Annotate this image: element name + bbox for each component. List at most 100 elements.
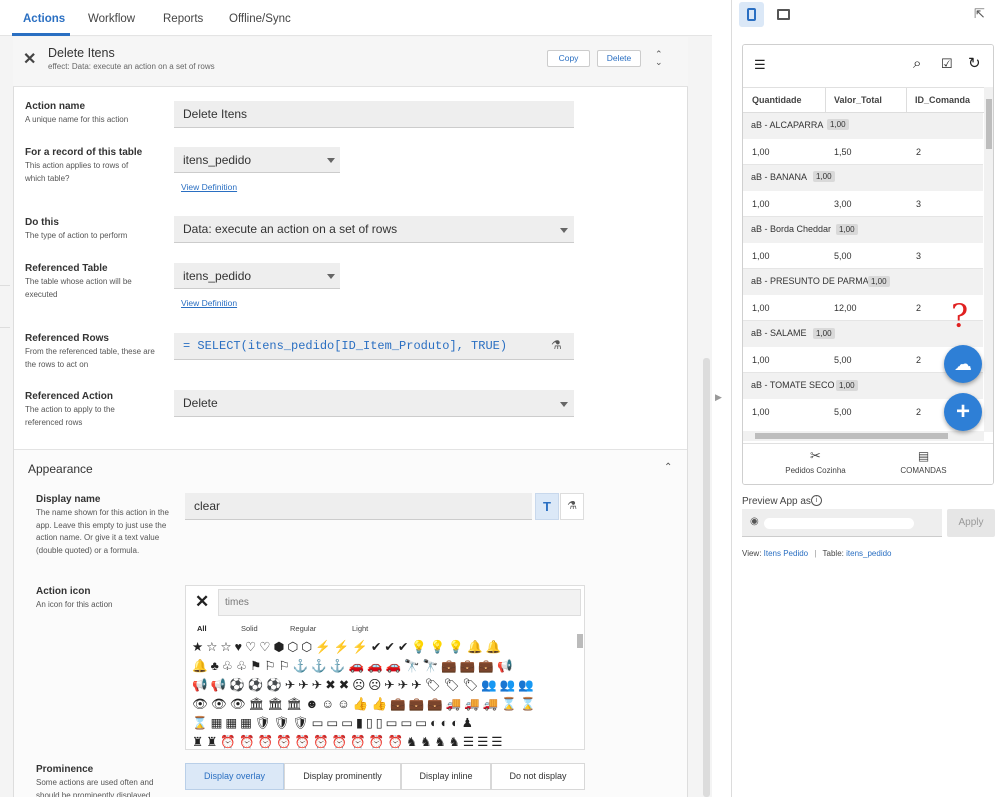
app-toolbar: ☰ ⌕ ☑ ↻ bbox=[743, 45, 993, 87]
view-definition-link[interactable]: View Definition bbox=[181, 298, 237, 308]
prominence-do-not-display[interactable]: Do not display bbox=[491, 763, 585, 790]
icon-picker: ✕ times All Solid Regular Light ★☆☆♥♡♡⬢⬡… bbox=[185, 585, 585, 750]
editor-scrollbar[interactable] bbox=[703, 358, 710, 797]
apply-button[interactable]: Apply bbox=[947, 509, 995, 537]
referenced-table-select[interactable]: itens_pedido bbox=[174, 263, 340, 289]
tab-reports[interactable]: Reports bbox=[163, 13, 203, 25]
prominence-display-overlay[interactable]: Display overlay bbox=[185, 763, 284, 790]
do-this-label: Do this bbox=[25, 217, 59, 228]
text-mode-icon[interactable]: T bbox=[535, 493, 559, 520]
annotation-question-mark: ? bbox=[951, 297, 969, 335]
plus-icon: + bbox=[955, 398, 970, 425]
vertical-scrollbar[interactable] bbox=[984, 87, 993, 432]
icon-grid-row[interactable]: ⌛▦▦▦🛡🛡🛡▭▭▭▮▯▯▭▭▭◐◐◐♟ bbox=[192, 714, 574, 733]
mobile-preview-toggle[interactable] bbox=[739, 2, 764, 27]
reorder-icon[interactable]: ⌃ ⌄ bbox=[655, 50, 663, 67]
group-count-badge: 1,00 bbox=[813, 328, 835, 339]
table-cell: 2 bbox=[916, 147, 922, 157]
group-header[interactable]: aB - SALAME 1,00 bbox=[743, 321, 983, 347]
preview-email-input[interactable]: ◉ bbox=[742, 509, 942, 537]
display-name-input[interactable]: clear bbox=[185, 493, 532, 520]
icon-filter-solid[interactable]: Solid bbox=[241, 624, 258, 633]
sync-fab[interactable]: ☁ bbox=[944, 345, 982, 383]
group-count-badge: 1,00 bbox=[827, 119, 849, 130]
tab-workflow[interactable]: Workflow bbox=[88, 13, 135, 25]
phone-icon bbox=[747, 8, 756, 21]
flask-icon[interactable]: ⚗ bbox=[551, 338, 562, 352]
icon-filter-regular[interactable]: Regular bbox=[290, 624, 316, 633]
expand-panel-icon[interactable]: ▶ bbox=[715, 392, 722, 403]
preview-context: View: Itens Pedido | Table: itens_pedido bbox=[742, 549, 892, 558]
action-name-input[interactable]: Delete Itens bbox=[174, 101, 574, 128]
nav-label: Pedidos Cozinha bbox=[785, 466, 846, 475]
nav-item-pedidos-cozinha[interactable]: ✂ Pedidos Cozinha bbox=[773, 448, 858, 484]
copy-button[interactable]: Copy bbox=[547, 50, 590, 67]
icon-grid-row[interactable]: 🔔♣♧♧⚑⚐⚐⚓⚓⚓🚗🚗🚗🔭🔭💼💼💼📢 bbox=[192, 657, 574, 676]
referenced-table-hint: The table whose action will be executed bbox=[25, 277, 132, 299]
view-label: View: bbox=[742, 549, 762, 558]
icon-grid-row[interactable]: ♜♜⏰⏰⏰⏰⏰⏰⏰⏰⏰⏰♞♞♞♞☰☰☰ bbox=[192, 733, 574, 749]
icon-filter-light[interactable]: Light bbox=[352, 624, 368, 633]
view-definition-link[interactable]: View Definition bbox=[181, 182, 237, 192]
scroll-thumb[interactable] bbox=[755, 433, 948, 439]
table-row[interactable]: 1,00 3,00 3 bbox=[743, 191, 983, 217]
select-checkbox-icon[interactable]: ☑ bbox=[941, 56, 953, 72]
prominence-display-prominently[interactable]: Display prominently bbox=[284, 763, 401, 790]
icon-grid-scrollbar[interactable] bbox=[577, 634, 583, 648]
group-header[interactable]: aB - Borda Cheddar 1,00 bbox=[743, 217, 983, 243]
referenced-action-select[interactable]: Delete bbox=[174, 390, 574, 417]
close-icon[interactable]: ✕ bbox=[23, 49, 36, 69]
prominence-display-inline[interactable]: Display inline bbox=[401, 763, 491, 790]
table-link[interactable]: itens_pedido bbox=[846, 549, 891, 558]
do-this-select[interactable]: Data: execute an action on a set of rows bbox=[174, 216, 574, 243]
group-header[interactable]: aB - PRESUNTO DE PARMA 1,00 bbox=[743, 269, 983, 295]
flask-icon[interactable]: ⚗ bbox=[560, 493, 584, 520]
icon-grid: ★☆☆♥♡♡⬢⬡⬡⚡⚡⚡✔✔✔💡💡💡🔔🔔 🔔♣♧♧⚑⚐⚐⚓⚓⚓🚗🚗🚗🔭🔭💼💼💼📢… bbox=[192, 638, 574, 749]
chevron-down-icon bbox=[560, 228, 568, 233]
selected-icon-preview: ✕ bbox=[195, 592, 210, 611]
group-header[interactable]: aB - BANANA 1,00 bbox=[743, 165, 983, 191]
table-row[interactable]: 1,00 1,50 2 bbox=[743, 139, 983, 165]
column-header[interactable]: Quantidade bbox=[752, 95, 802, 105]
scroll-thumb[interactable] bbox=[986, 99, 992, 149]
table-row[interactable]: 1,00 12,00 2 bbox=[743, 295, 983, 321]
preview-app-as-label: Preview App as bbox=[742, 496, 811, 507]
delete-button[interactable]: Delete bbox=[597, 50, 641, 67]
group-header[interactable]: aB - ALCAPARRA 1,00 bbox=[743, 113, 983, 139]
refresh-icon[interactable]: ↻ bbox=[968, 54, 981, 72]
nav-item-comandas[interactable]: ▤ COMANDAS bbox=[881, 448, 966, 484]
icon-grid-row[interactable]: 👁👁👁🏛🏛🏛☻☺☺👍👍💼💼💼🚚🚚🚚⌛⌛ bbox=[192, 695, 574, 714]
icon-search-input[interactable]: times bbox=[218, 589, 581, 616]
chevron-down-icon bbox=[327, 158, 335, 163]
info-icon[interactable]: i bbox=[811, 495, 822, 506]
icon-grid-row[interactable]: ★☆☆♥♡♡⬢⬡⬡⚡⚡⚡✔✔✔💡💡💡🔔🔔 bbox=[192, 638, 574, 657]
table-row[interactable]: 1,00 5,00 3 bbox=[743, 243, 983, 269]
column-header[interactable]: ID_Comanda bbox=[915, 95, 970, 105]
action-header: ✕ Delete Itens effect: Data: execute an … bbox=[13, 37, 688, 87]
record-table-value: itens_pedido bbox=[183, 152, 252, 167]
view-link[interactable]: Itens Pedido bbox=[764, 549, 808, 558]
group-count-badge: 1,00 bbox=[836, 380, 858, 391]
tablet-icon[interactable] bbox=[777, 9, 790, 20]
prominence-hint: Some actions are used often and should b… bbox=[36, 778, 154, 797]
horizontal-scrollbar[interactable] bbox=[743, 431, 984, 441]
open-external-icon[interactable]: ⇱ bbox=[974, 6, 985, 22]
table-cell: 2 bbox=[916, 407, 922, 417]
appearance-title: Appearance bbox=[28, 462, 93, 476]
utensils-icon: ✂ bbox=[810, 448, 821, 463]
redacted-email bbox=[764, 518, 914, 529]
referenced-rows-expression[interactable]: = SELECT(itens_pedido[ID_Item_Produto], … bbox=[174, 333, 574, 360]
tab-offline-sync[interactable]: Offline/Sync bbox=[229, 13, 291, 25]
icon-grid-row[interactable]: 📢📢⚽⚽⚽✈✈✈✖✖☹☹✈✈✈🏷🏷🏷👥👥👥 bbox=[192, 676, 574, 695]
sort-icon[interactable]: ☰ bbox=[754, 57, 766, 73]
tab-actions[interactable]: Actions bbox=[23, 13, 65, 25]
icon-filter-all[interactable]: All bbox=[197, 624, 207, 633]
search-icon[interactable]: ⌕ bbox=[913, 55, 921, 72]
group-header[interactable]: aB - TOMATE SECO 1,00 bbox=[743, 373, 983, 399]
divider bbox=[906, 88, 907, 114]
add-fab[interactable]: + bbox=[944, 393, 982, 431]
chevron-up-icon[interactable]: ⌃ bbox=[664, 462, 672, 473]
column-header[interactable]: Valor_Total bbox=[834, 95, 882, 105]
record-table-select[interactable]: itens_pedido bbox=[174, 147, 340, 173]
table-cell: 2 bbox=[916, 355, 922, 365]
